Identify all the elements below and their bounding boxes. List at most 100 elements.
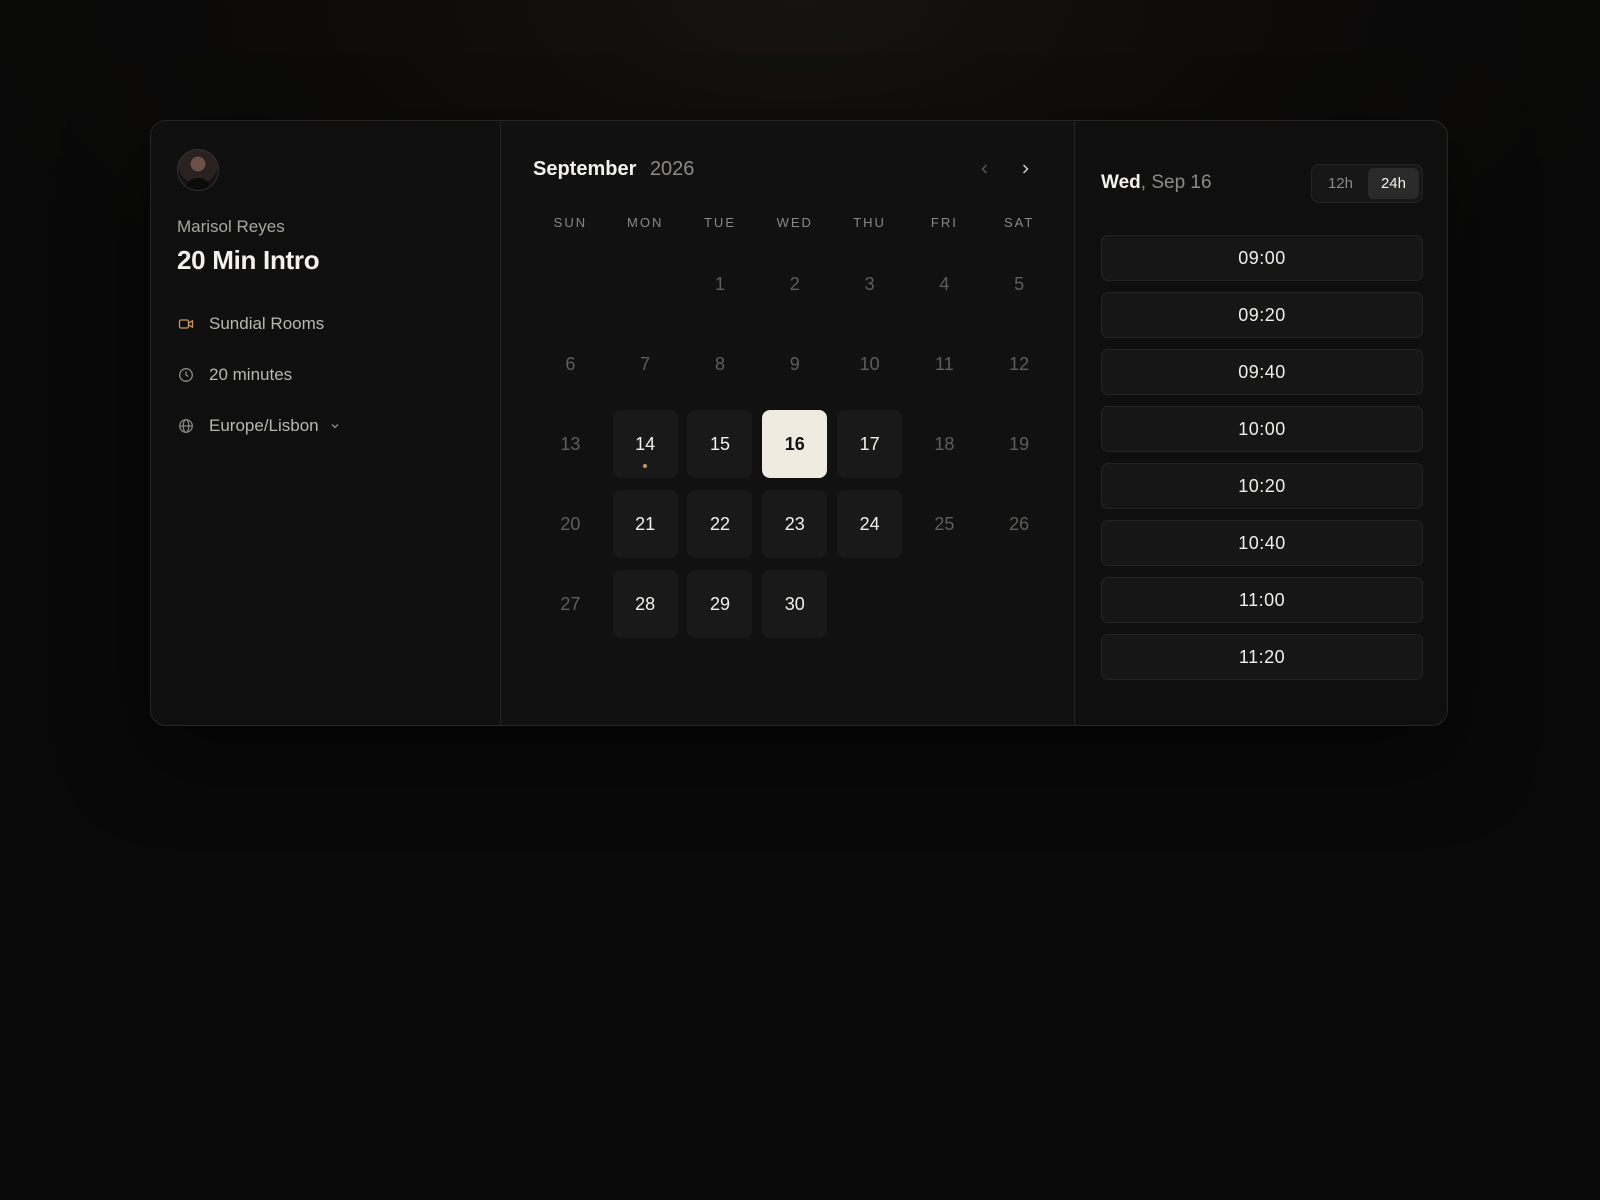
calendar-day-4: 4 xyxy=(907,244,982,324)
calendar-day-number: 3 xyxy=(864,273,875,294)
calendar-day-9: 9 xyxy=(757,324,832,404)
calendar-day-number: 20 xyxy=(560,513,581,534)
calendar-day-number: 4 xyxy=(939,273,950,294)
weekday-sat: SAT xyxy=(1004,215,1035,230)
event-info-panel: Marisol Reyes 20 Min Intro Sundial Rooms xyxy=(151,121,501,725)
next-month-button[interactable] xyxy=(1016,160,1034,178)
time-slot-button[interactable]: 09:00 xyxy=(1101,235,1423,281)
time-slot-button[interactable]: 10:40 xyxy=(1101,520,1423,566)
weekday-tue: TUE xyxy=(703,215,736,230)
time-slot-button[interactable]: 09:20 xyxy=(1101,292,1423,338)
calendar-day-number: 14 xyxy=(612,410,678,478)
calendar-day-number: 2 xyxy=(789,273,800,294)
selected-date: Sep 16 xyxy=(1151,172,1212,193)
calendar-empty-cell xyxy=(608,244,683,324)
calendar-day-21[interactable]: 21 xyxy=(608,484,683,564)
calendar-day-number: 1 xyxy=(714,273,725,294)
calendar-day-number: 30 xyxy=(762,570,828,638)
weekday-sun: SUN xyxy=(553,215,588,230)
format-option-12h[interactable]: 12h xyxy=(1315,168,1366,199)
calendar-day-number: 7 xyxy=(640,353,651,374)
calendar-day-19: 19 xyxy=(982,404,1057,484)
time-slot-button[interactable]: 10:00 xyxy=(1101,406,1423,452)
prev-month-button[interactable] xyxy=(976,160,994,178)
calendar-day-24[interactable]: 24 xyxy=(832,484,907,564)
calendar-day-number: 18 xyxy=(934,433,955,454)
event-title: 20 Min Intro xyxy=(177,245,320,275)
calendar-day-17[interactable]: 17 xyxy=(832,404,907,484)
calendar-header: September 2026 xyxy=(533,157,1042,181)
calendar-day-5: 5 xyxy=(982,244,1057,324)
time-slot-button[interactable]: 10:20 xyxy=(1101,463,1423,509)
calendar-day-number: 21 xyxy=(612,490,678,558)
calendar-day-number: 17 xyxy=(837,410,903,478)
globe-icon xyxy=(177,417,195,435)
calendar-day-number: 27 xyxy=(560,593,581,614)
month-navigation xyxy=(976,160,1034,178)
timezone-label: Europe/Lisbon xyxy=(209,416,319,435)
calendar-day-15[interactable]: 15 xyxy=(683,404,758,484)
format-option-24h[interactable]: 24h xyxy=(1367,167,1419,199)
calendar-day-number: 12 xyxy=(1009,353,1030,374)
time-slots-panel: Wed, Sep 16 12h 24h 09:00 09:20 09:40 10:00 1… xyxy=(1075,121,1447,725)
month-title: September 2026 xyxy=(533,158,694,181)
calendar-day-number: 6 xyxy=(565,353,576,374)
calendar-day-14[interactable]: 14 xyxy=(608,404,683,484)
weekday-header: SUN MON TUE WED THU FRI SAT xyxy=(533,215,1042,230)
time-slot-button[interactable]: 11:00 xyxy=(1101,577,1423,623)
calendar-day-20: 20 xyxy=(533,484,608,564)
selected-date-label: Wed, Sep 16 xyxy=(1101,172,1212,193)
time-format-toggle: 12h 24h xyxy=(1310,163,1423,203)
calendar-day-23[interactable]: 23 xyxy=(757,484,832,564)
timezone-selector[interactable]: Europe/Lisbon xyxy=(177,414,474,438)
calendar-day-29[interactable]: 29 xyxy=(683,564,758,644)
month-year: 2026 xyxy=(649,157,695,180)
clock-icon xyxy=(177,366,195,384)
calendar-day-3: 3 xyxy=(832,244,907,324)
calendar-day-26: 26 xyxy=(982,484,1057,564)
calendar-panel: September 2026 SUN MON TUE WED THU FRI SAT 123… xyxy=(501,121,1075,725)
calendar-day-1: 1 xyxy=(683,244,758,324)
calendar-day-number: 25 xyxy=(934,513,955,534)
calendar-day-number: 10 xyxy=(859,353,880,374)
duration-label: 20 minutes xyxy=(209,365,293,384)
calendar-day-22[interactable]: 22 xyxy=(683,484,758,564)
calendar-day-number: 11 xyxy=(935,353,954,374)
calendar-day-25: 25 xyxy=(907,484,982,564)
calendar-day-13: 13 xyxy=(533,404,608,484)
calendar-day-number: 16 xyxy=(762,410,828,478)
weekday-wed: WED xyxy=(776,215,813,230)
calendar-day-10: 10 xyxy=(832,324,907,404)
calendar-day-7: 7 xyxy=(608,324,683,404)
calendar-day-number: 22 xyxy=(687,490,753,558)
calendar-day-11: 11 xyxy=(907,324,982,404)
time-slot-button[interactable]: 11:20 xyxy=(1101,634,1423,680)
calendar-day-number: 23 xyxy=(762,490,828,558)
calendar-day-28[interactable]: 28 xyxy=(608,564,683,644)
calendar-day-number: 28 xyxy=(612,570,678,638)
calendar-day-27: 27 xyxy=(533,564,608,644)
calendar-day-number: 19 xyxy=(1009,433,1030,454)
host-name: Marisol Reyes xyxy=(177,217,285,236)
calendar-day-number: 24 xyxy=(837,490,903,558)
calendar-day-number: 5 xyxy=(1014,273,1025,294)
calendar-grid: 1 2 3 4 5 6 7 8 9 10 11 12 13 14 15 16 17 18 19 20 21 22 23 24 2… xyxy=(533,244,1042,644)
calendar-day-30[interactable]: 30 xyxy=(757,564,832,644)
calendar-day-6: 6 xyxy=(533,324,608,404)
calendar-day-18: 18 xyxy=(907,404,982,484)
time-slot-button[interactable]: 09:40 xyxy=(1101,349,1423,395)
booking-card: Marisol Reyes 20 Min Intro Sundial Rooms xyxy=(150,120,1448,726)
calendar-day-number: 13 xyxy=(560,433,581,454)
calendar-day-number: 26 xyxy=(1009,513,1030,534)
location-label: Sundial Rooms xyxy=(209,314,325,333)
calendar-day-12: 12 xyxy=(982,324,1057,404)
calendar-day-number: 9 xyxy=(789,353,800,374)
calendar-day-2: 2 xyxy=(757,244,832,324)
calendar-day-number: 29 xyxy=(687,570,753,638)
calendar-day-number: 8 xyxy=(714,353,725,374)
calendar-empty-cell xyxy=(533,244,608,324)
calendar-day-8: 8 xyxy=(683,324,758,404)
avatar xyxy=(177,149,219,191)
calendar-day-16[interactable]: 16 xyxy=(757,404,832,484)
weekday-thu: THU xyxy=(853,215,886,230)
